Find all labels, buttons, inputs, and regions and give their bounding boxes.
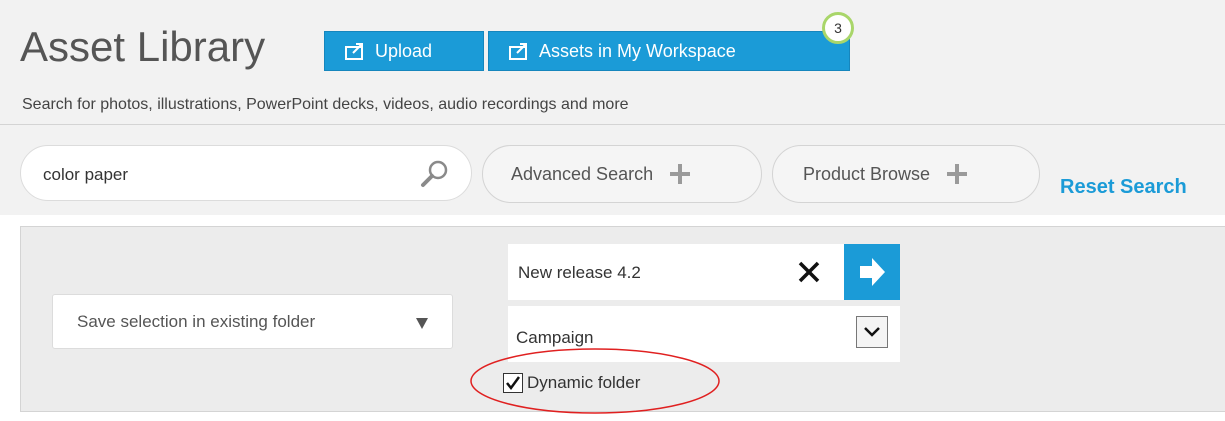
page-subtitle: Search for photos, illustrations, PowerP… bbox=[22, 96, 629, 113]
folder-type-select[interactable]: Campaign bbox=[508, 306, 900, 362]
checkmark-icon bbox=[506, 376, 521, 391]
folder-name-input[interactable] bbox=[516, 260, 790, 286]
search-input[interactable] bbox=[41, 162, 405, 188]
plus-icon bbox=[670, 164, 691, 184]
upload-icon bbox=[509, 43, 527, 60]
dynamic-folder-checkbox[interactable] bbox=[503, 373, 523, 393]
select-toggle[interactable] bbox=[856, 316, 888, 348]
product-browse-button[interactable]: Product Browse bbox=[772, 145, 1040, 203]
upload-button-label: Upload bbox=[375, 40, 433, 61]
dynamic-folder-label: Dynamic folder bbox=[527, 373, 641, 392]
workspace-count-badge: 3 bbox=[822, 12, 854, 44]
dynamic-folder-option[interactable]: Dynamic folder bbox=[503, 371, 640, 395]
save-folder-button[interactable] bbox=[844, 244, 900, 300]
triangle-down-icon bbox=[416, 318, 428, 329]
chevron-down-icon bbox=[864, 327, 880, 337]
workspace-button[interactable]: Assets in My Workspace bbox=[488, 31, 850, 71]
page-title: Asset Library bbox=[20, 23, 266, 70]
advanced-search-button[interactable]: Advanced Search bbox=[482, 145, 762, 203]
workspace-button-label: Assets in My Workspace bbox=[539, 40, 736, 61]
upload-icon bbox=[345, 43, 363, 60]
folder-mode-label: Save selection in existing folder bbox=[77, 311, 316, 331]
search-box bbox=[20, 145, 472, 201]
folder-mode-dropdown[interactable]: Save selection in existing folder bbox=[52, 294, 453, 349]
close-icon[interactable] bbox=[796, 259, 822, 285]
advanced-search-label: Advanced Search bbox=[511, 163, 654, 184]
search-icon[interactable] bbox=[417, 156, 453, 192]
reset-search-link[interactable]: Reset Search bbox=[1060, 176, 1187, 199]
plus-icon bbox=[947, 164, 968, 184]
arrow-right-icon bbox=[860, 258, 885, 286]
product-browse-label: Product Browse bbox=[803, 163, 931, 184]
folder-type-value: Campaign bbox=[516, 328, 594, 347]
upload-button[interactable]: Upload bbox=[324, 31, 484, 71]
